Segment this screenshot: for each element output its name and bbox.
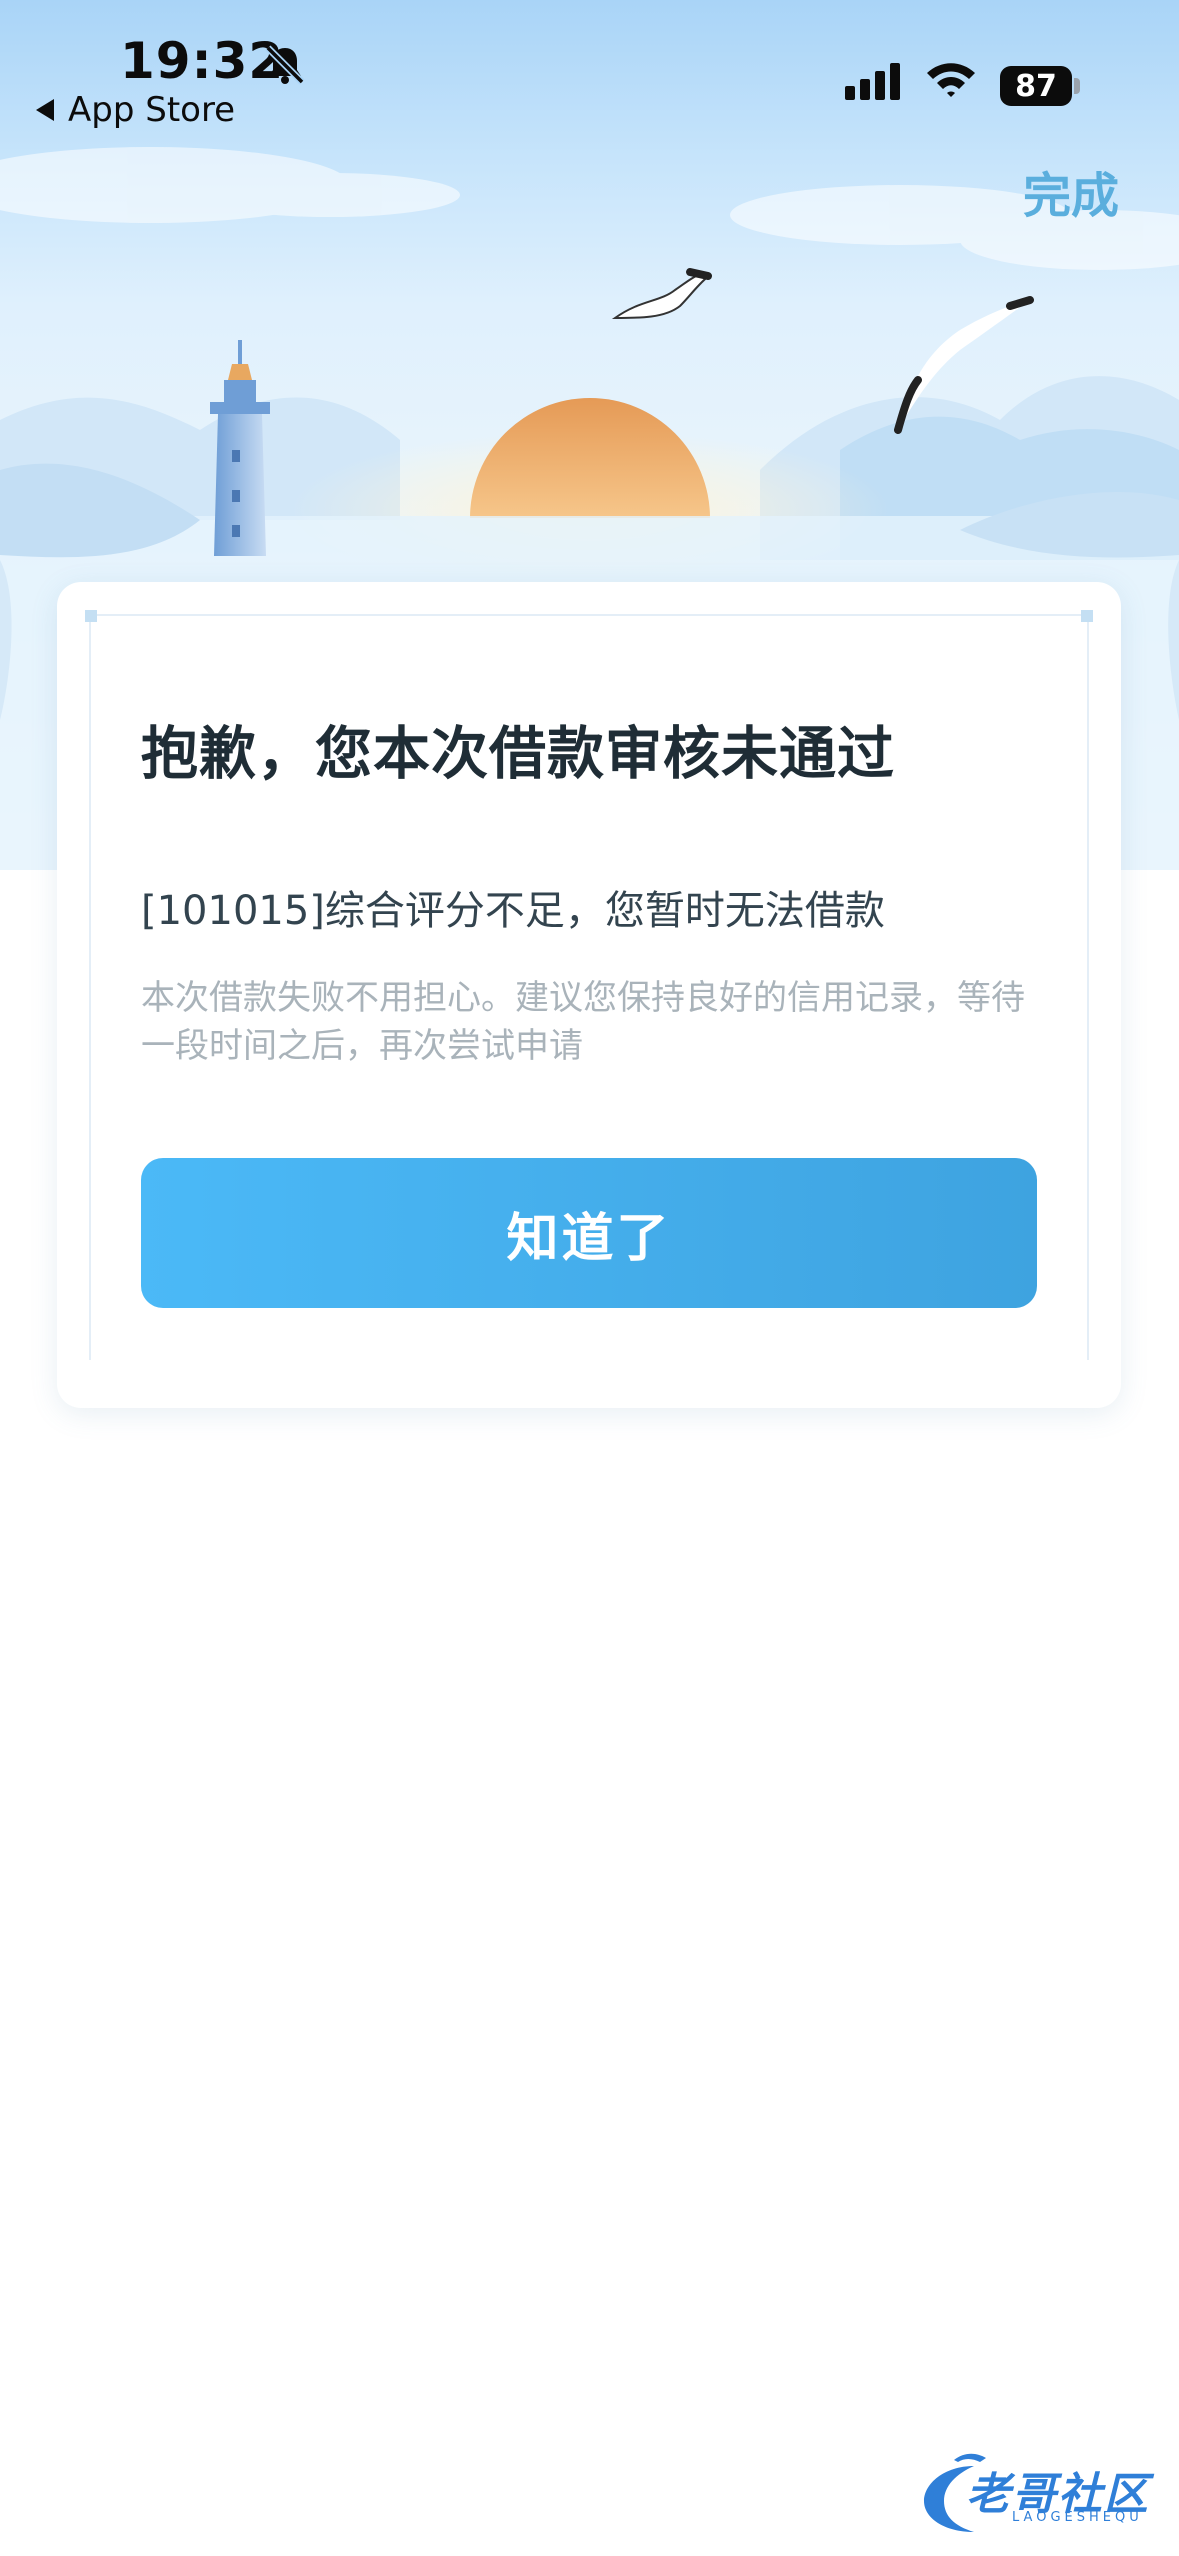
lighthouse xyxy=(210,340,270,556)
status-time: 19:32 xyxy=(120,32,285,90)
result-card: 抱歉，您本次借款审核未通过 [101015]综合评分不足，您暂时无法借款 本次借… xyxy=(57,582,1121,1408)
result-reason: [101015]综合评分不足，您暂时无法借款 xyxy=(141,888,885,934)
result-hint: 本次借款失败不用担心。建议您保持良好的信用记录，等待一段时间之后，再次尝试申请 xyxy=(141,978,1025,1066)
wifi-icon xyxy=(927,63,975,97)
back-label: App Store xyxy=(68,90,236,130)
sun xyxy=(470,398,710,518)
bell-off-icon xyxy=(265,45,305,85)
signal-icon xyxy=(845,63,900,100)
battery-cap xyxy=(1074,78,1080,94)
result-title: 抱歉，您本次借款审核未通过 xyxy=(141,721,895,787)
bird xyxy=(611,272,712,320)
back-arrow-icon xyxy=(36,99,54,121)
battery-icon: 87 xyxy=(1000,66,1072,106)
got-it-button[interactable]: 知道了 xyxy=(141,1158,1037,1308)
watermark-subtext: LAOGESHEQU xyxy=(1012,2510,1143,2525)
cloud xyxy=(0,147,1179,270)
done-button[interactable]: 完成 xyxy=(1023,156,1119,226)
back-to-app-store[interactable]: App Store xyxy=(36,90,235,130)
